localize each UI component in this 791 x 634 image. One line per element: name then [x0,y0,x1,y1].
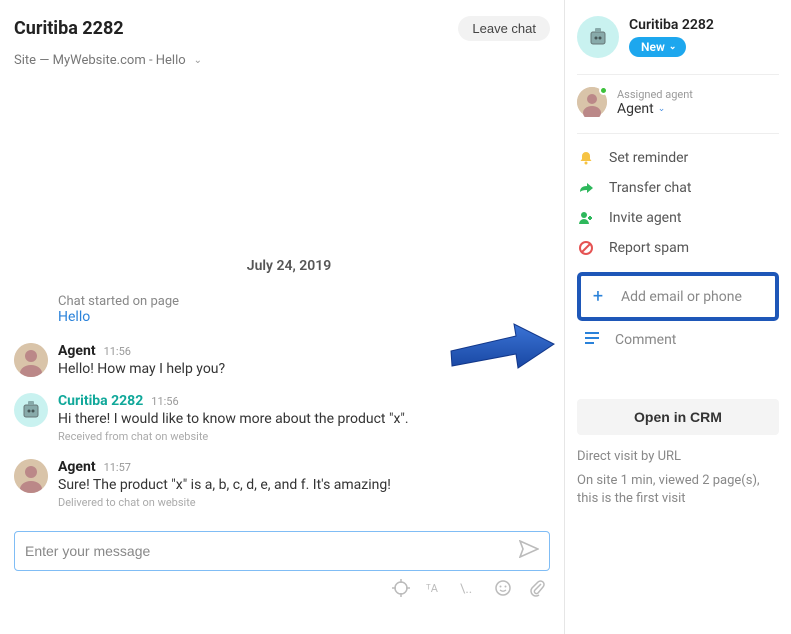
send-icon[interactable] [519,540,539,562]
message-author: Agent [58,343,96,359]
chat-title: Curitiba 2282 [14,18,124,39]
comment-action[interactable]: Comment [577,321,779,349]
message-composer [14,531,550,571]
date-separator: July 24, 2019 [14,258,564,274]
set-reminder-action[interactable]: Set reminder [577,150,779,166]
system-message: Chat started on page Hello [58,294,564,325]
message-row: Curitiba 2282 11:56 Hi there! I would li… [14,393,564,443]
message-row: Agent 11:56 Hello! How may I help you? [14,343,564,377]
system-label: Chat started on page [58,294,564,309]
divider [577,133,779,134]
status-badge[interactable]: New ⌄ [629,37,686,57]
slash-icon[interactable]: \.. [460,579,478,597]
visit-source: Direct visit by URL [577,449,779,464]
add-email-phone-action[interactable]: + Add email or phone [583,278,773,315]
user-plus-icon [577,210,595,226]
message-text: Hello! How may I help you? [58,361,550,377]
message-meta: Delivered to chat on website [58,496,550,509]
bell-icon [577,150,595,166]
chevron-down-icon: ⌄ [669,42,677,52]
assigned-avatar [577,87,607,117]
leave-chat-button[interactable]: Leave chat [458,16,550,41]
ban-icon [577,240,595,256]
breadcrumb-text: Site — MyWebsite.com - Hello [14,53,186,68]
assigned-agent-dropdown[interactable]: Agent ⌄ [617,101,693,117]
chat-pane: Curitiba 2282 Leave chat Site — MyWebsit… [0,0,564,634]
open-in-crm-button[interactable]: Open in CRM [577,399,779,435]
assigned-label: Assigned agent [617,88,693,101]
target-icon[interactable] [392,579,410,597]
invite-agent-action[interactable]: Invite agent [577,210,779,226]
plus-icon: + [589,286,607,307]
highlighted-action: + Add email or phone [577,272,779,321]
message-time: 11:56 [104,345,131,358]
svg-text:ᵀA: ᵀA [426,582,439,595]
divider [577,74,779,75]
message-author: Agent [58,459,96,475]
message-input[interactable] [25,543,519,559]
online-status-icon [599,86,608,95]
emoji-icon[interactable] [494,579,512,597]
message-time: 11:57 [104,461,131,474]
translate-icon[interactable]: ᵀA [426,579,444,597]
breadcrumb[interactable]: Site — MyWebsite.com - Hello ⌄ [14,53,564,68]
report-spam-action[interactable]: Report spam [577,240,779,256]
avatar [14,343,48,377]
message-row: Agent 11:57 Sure! The product "x" is a, … [14,459,564,509]
composer-toolbar: ᵀA \.. [14,571,564,597]
message-text: Sure! The product "x" is a, b, c, d, e, … [58,477,550,493]
message-meta: Received from chat on website [58,430,550,443]
comment-icon [583,331,601,349]
attachment-icon[interactable] [528,579,546,597]
system-link[interactable]: Hello [58,309,90,325]
visit-detail: On site 1 min, viewed 2 page(s), this is… [577,472,779,508]
svg-text:\..: \.. [460,582,472,597]
transfer-chat-action[interactable]: Transfer chat [577,180,779,196]
chevron-down-icon: ⌄ [194,55,202,66]
message-author: Curitiba 2282 [58,393,143,409]
contact-sidebar: Curitiba 2282 New ⌄ Assigned agent Agent… [564,0,791,634]
message-time: 11:56 [151,395,178,408]
avatar [14,393,48,427]
forward-icon [577,180,595,196]
contact-name: Curitiba 2282 [629,17,714,33]
contact-avatar [577,16,619,58]
assigned-agent-row: Assigned agent Agent ⌄ [577,87,779,117]
chevron-down-icon: ⌄ [658,104,666,114]
message-text: Hi there! I would like to know more abou… [58,411,550,427]
avatar [14,459,48,493]
